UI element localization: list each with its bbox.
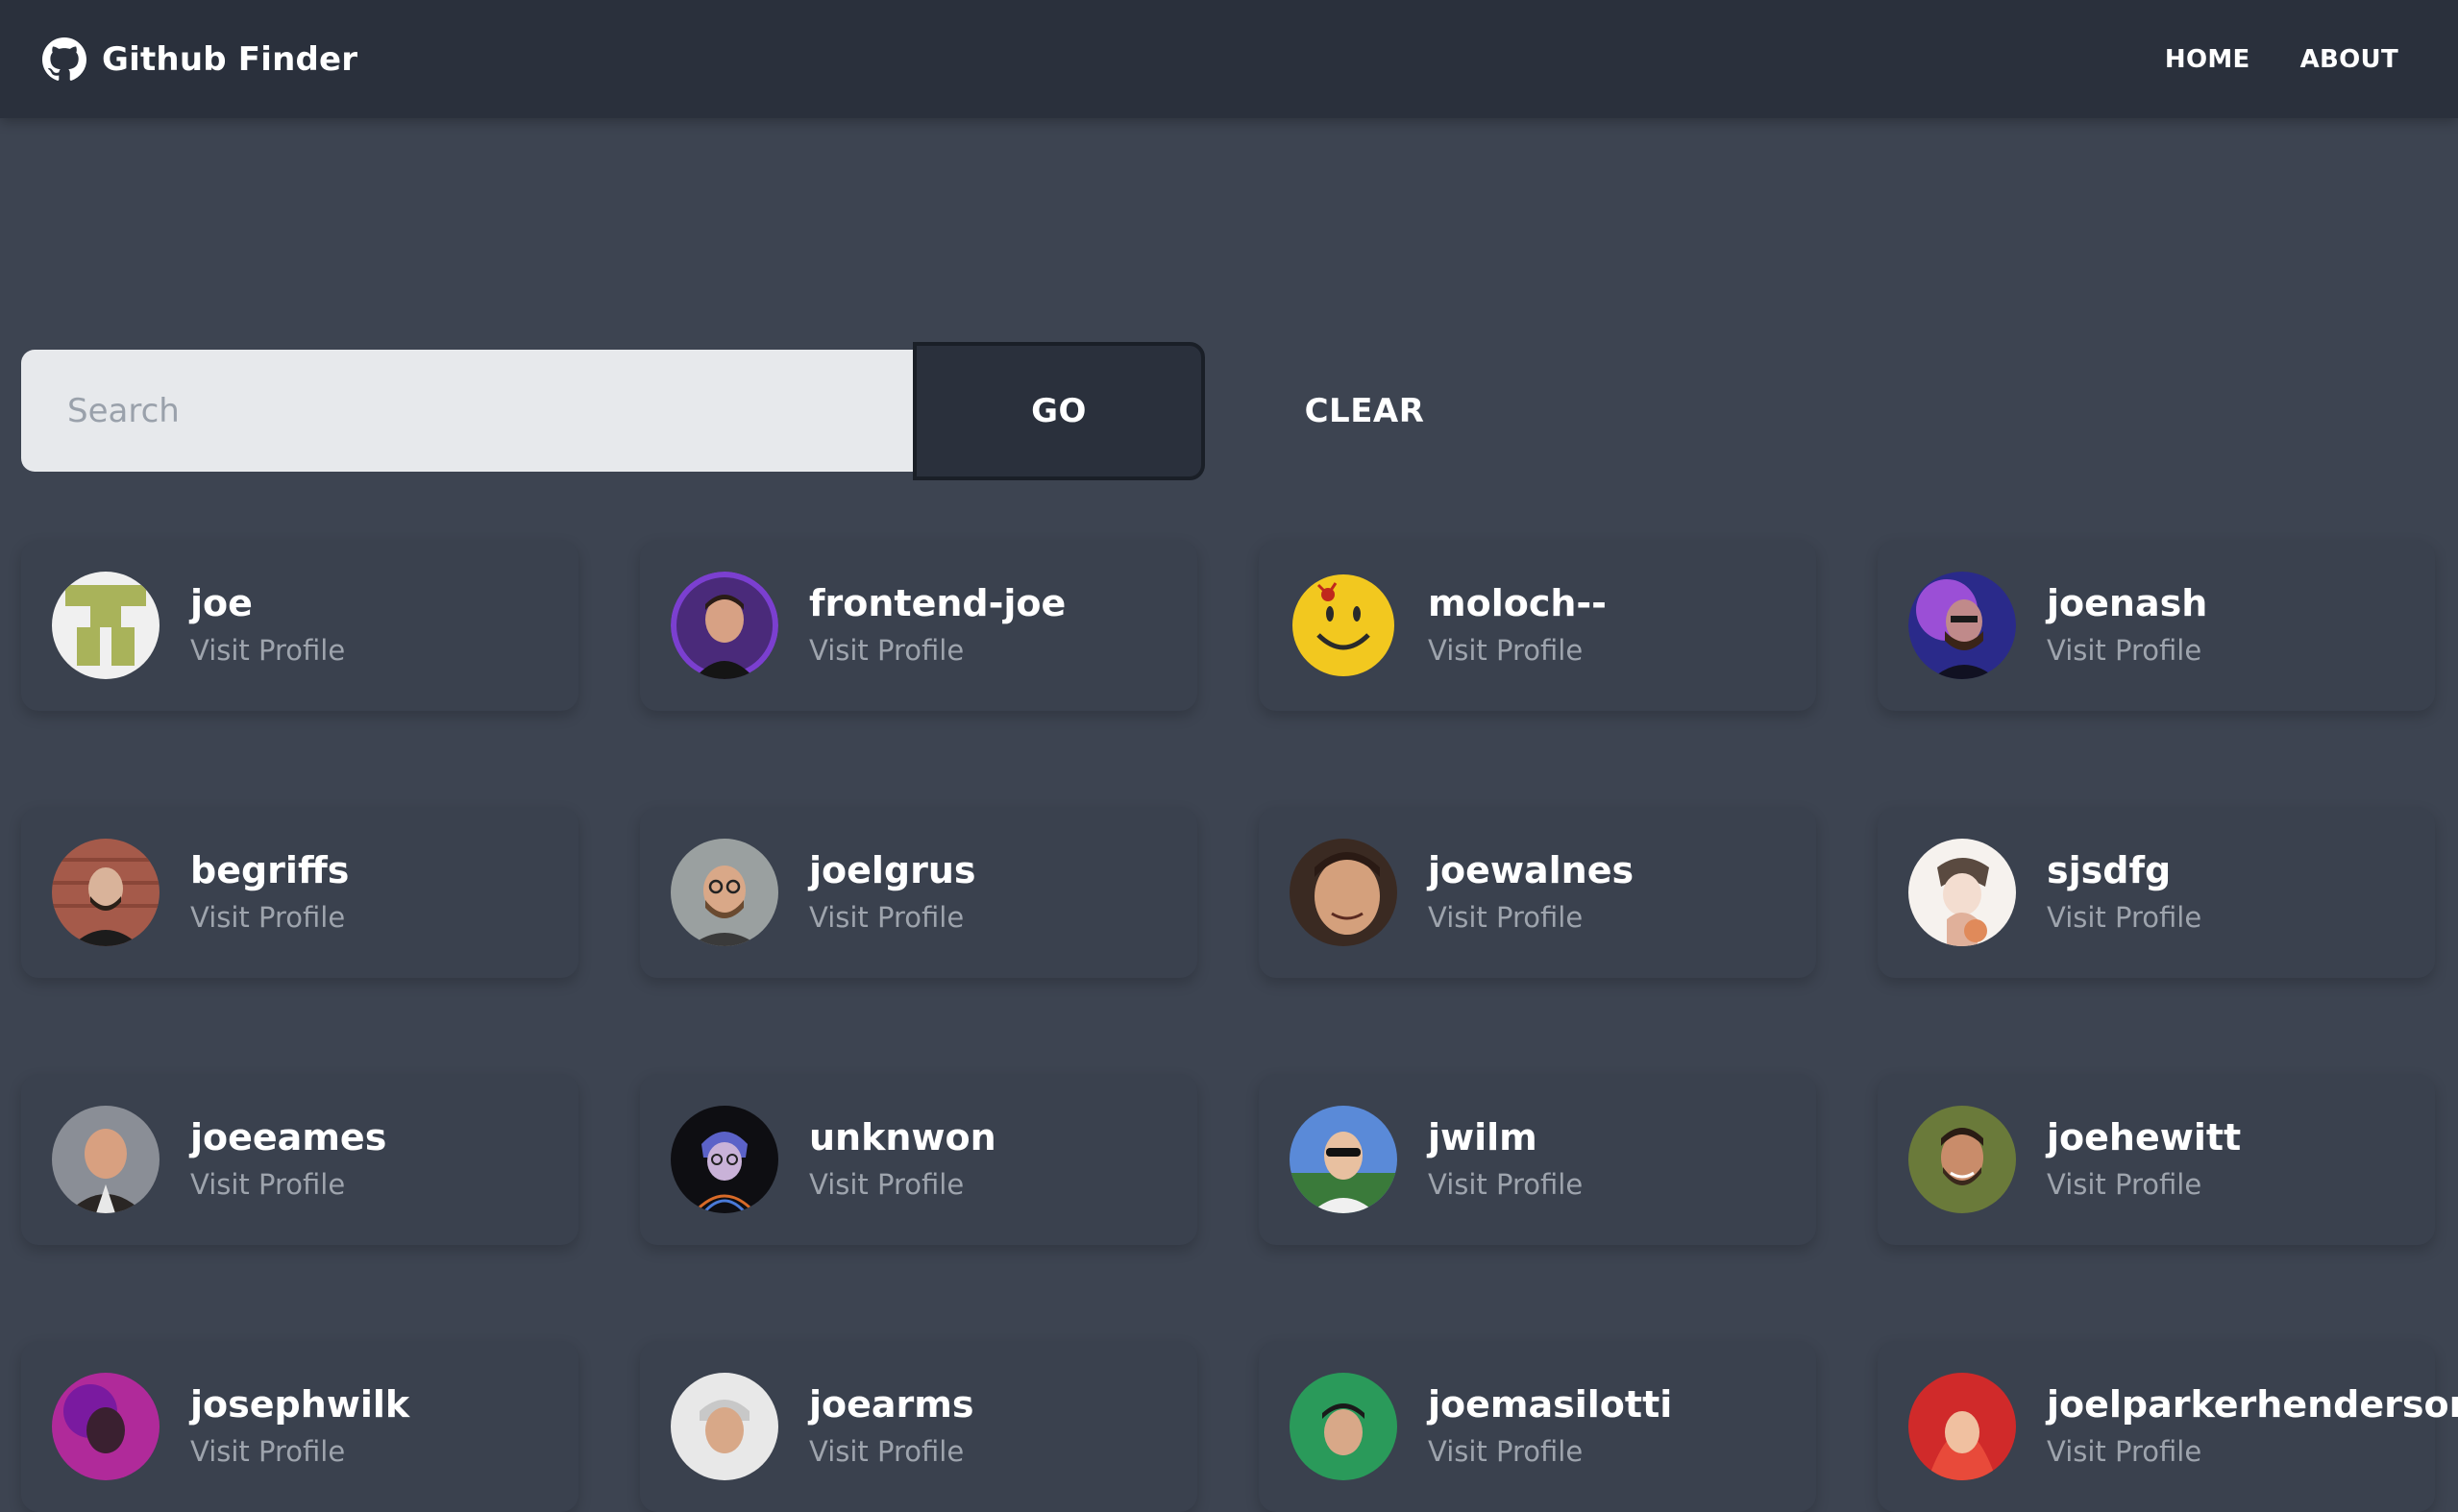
visit-profile-link[interactable]: Visit Profile — [809, 1436, 974, 1468]
visit-profile-link[interactable]: Visit Profile — [2047, 902, 2201, 934]
smiley-avatar — [1290, 572, 1397, 679]
visit-profile-link[interactable]: Visit Profile — [809, 1169, 996, 1201]
user-card: sjsdfg Visit Profile — [1878, 807, 2435, 978]
user-card: joemasilotti Visit Profile — [1259, 1341, 1816, 1512]
user-card: joeeames Visit Profile — [21, 1074, 578, 1245]
user-card: josephwilk Visit Profile — [21, 1341, 578, 1512]
portrait-avatar — [1290, 839, 1397, 946]
clear-button[interactable]: CLEAR — [1278, 361, 1451, 461]
portrait-avatar — [52, 1373, 160, 1480]
portrait-avatar — [671, 1373, 778, 1480]
username: joehewitt — [2047, 1116, 2242, 1159]
visit-profile-link[interactable]: Visit Profile — [2047, 635, 2207, 667]
portrait-avatar — [1290, 1373, 1397, 1480]
identicon-avatar — [52, 572, 160, 679]
username: joe — [190, 582, 253, 625]
visit-profile-link[interactable]: Visit Profile — [1428, 1436, 1672, 1468]
nav-links: HOME ABOUT — [2151, 0, 2412, 118]
visit-profile-link[interactable]: Visit Profile — [809, 902, 976, 934]
user-card: joelgrus Visit Profile — [640, 807, 1197, 978]
portrait-avatar — [1290, 1106, 1397, 1213]
username: jwilm — [1428, 1116, 1537, 1159]
brand[interactable]: Github Finder — [42, 0, 357, 118]
user-grid: joe Visit Profile frontend-joe Visit Pro… — [21, 540, 2458, 1512]
user-card: joe Visit Profile — [21, 540, 578, 711]
search-input[interactable] — [21, 350, 915, 472]
user-card: frontend-joe Visit Profile — [640, 540, 1197, 711]
visit-profile-link[interactable]: Visit Profile — [190, 1169, 386, 1201]
username: josephwilk — [190, 1383, 410, 1427]
illustration-avatar — [671, 1106, 778, 1213]
visit-profile-link[interactable]: Visit Profile — [190, 1436, 409, 1468]
visit-profile-link[interactable]: Visit Profile — [190, 902, 349, 934]
user-card: joelparkerhenderson Visit Profile — [1878, 1341, 2458, 1512]
user-card: joearms Visit Profile — [640, 1341, 1197, 1512]
visit-profile-link[interactable]: Visit Profile — [1428, 902, 1634, 934]
portrait-avatar — [52, 1106, 160, 1213]
user-card: joehewitt Visit Profile — [1878, 1074, 2435, 1245]
portrait-avatar — [1908, 572, 2016, 679]
visit-profile-link[interactable]: Visit Profile — [1428, 1169, 1583, 1201]
visit-profile-link[interactable]: Visit Profile — [2047, 1169, 2241, 1201]
username: joenash — [2047, 582, 2208, 625]
visit-profile-link[interactable]: Visit Profile — [2047, 1436, 2458, 1468]
portrait-avatar — [671, 572, 778, 679]
username: joemasilotti — [1428, 1383, 1673, 1427]
visit-profile-link[interactable]: Visit Profile — [809, 635, 1066, 667]
user-card: begriffs Visit Profile — [21, 807, 578, 978]
navbar: Github Finder HOME ABOUT — [0, 0, 2458, 118]
user-card: moloch-- Visit Profile — [1259, 540, 1816, 711]
nav-home-link[interactable]: HOME — [2151, 32, 2264, 87]
user-card: unknwon Visit Profile — [640, 1074, 1197, 1245]
github-icon — [42, 37, 86, 82]
portrait-avatar — [1908, 1373, 2016, 1480]
visit-profile-link[interactable]: Visit Profile — [190, 635, 345, 667]
username: begriffs — [190, 849, 350, 892]
portrait-avatar — [671, 839, 778, 946]
username: joearms — [809, 1383, 974, 1427]
username: joewalnes — [1428, 849, 1635, 892]
portrait-avatar — [52, 839, 160, 946]
user-card: joewalnes Visit Profile — [1259, 807, 1816, 978]
username: sjsdfg — [2047, 849, 2172, 892]
user-card: jwilm Visit Profile — [1259, 1074, 1816, 1245]
go-button[interactable]: GO — [913, 342, 1205, 480]
portrait-avatar — [1908, 1106, 2016, 1213]
nav-about-link[interactable]: ABOUT — [2287, 32, 2412, 87]
illustration-avatar — [1908, 839, 2016, 946]
user-card: joenash Visit Profile — [1878, 540, 2435, 711]
visit-profile-link[interactable]: Visit Profile — [1428, 635, 1607, 667]
username: frontend-joe — [809, 582, 1067, 625]
username: moloch-- — [1428, 582, 1607, 625]
app-title: Github Finder — [102, 39, 358, 79]
username: joeeames — [190, 1116, 387, 1159]
username: joelparkerhenderson — [2047, 1383, 2458, 1427]
username: joelgrus — [809, 849, 976, 892]
username: unknwon — [809, 1116, 996, 1159]
